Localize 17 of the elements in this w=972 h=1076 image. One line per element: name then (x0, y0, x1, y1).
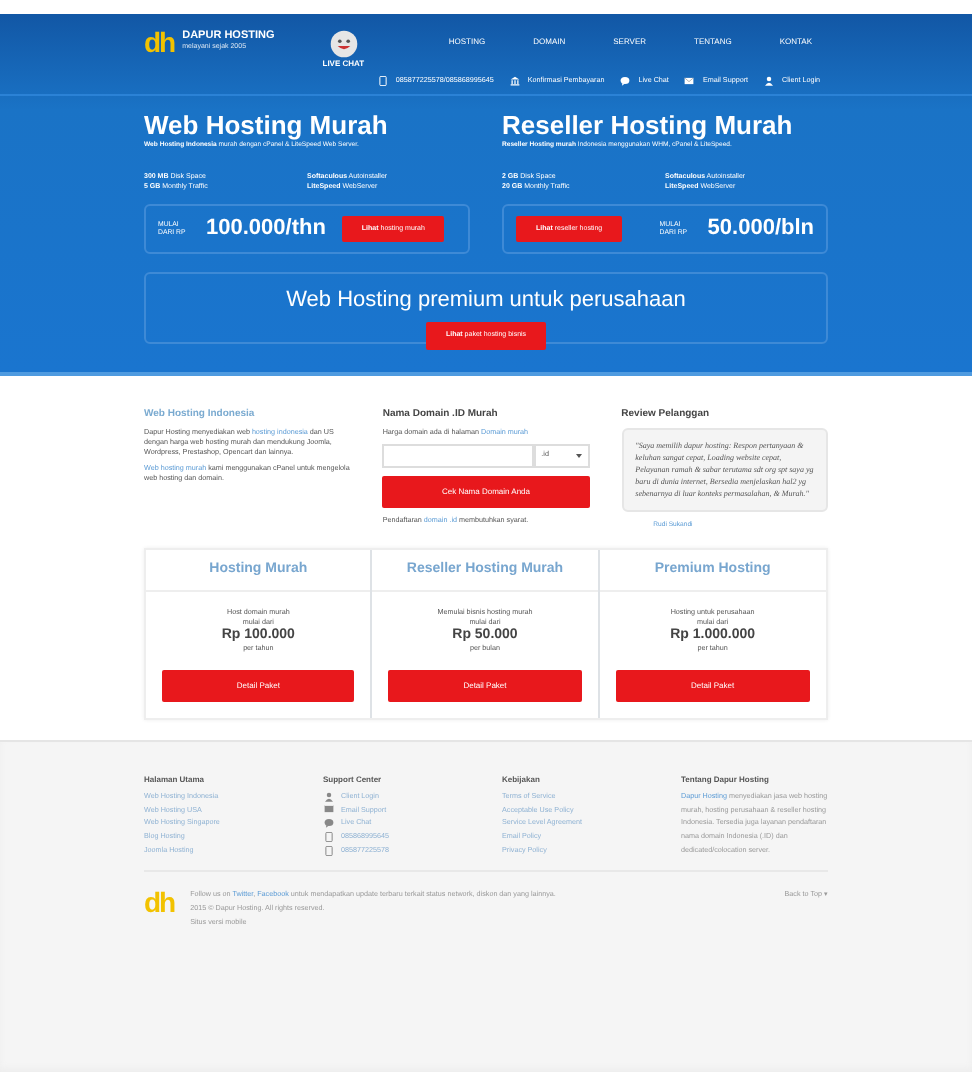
chat-bubble-icon (323, 818, 333, 829)
phone-icon (377, 76, 388, 87)
logo-mark: dh (144, 28, 175, 56)
price: 100.000/thn (206, 218, 326, 241)
price: 50.000/bln (707, 218, 814, 241)
bank-icon (509, 76, 520, 87)
envelope-icon (684, 76, 695, 87)
user-icon (323, 791, 333, 802)
envelope-icon (323, 804, 333, 815)
hero-title: Web Hosting Murah (144, 112, 390, 141)
caret-icon (575, 453, 582, 458)
user-icon (764, 76, 775, 87)
smiley-icon[interactable] (329, 30, 358, 59)
chat-bubble-icon (620, 76, 631, 87)
domain-field[interactable] (382, 443, 534, 468)
premium-title: Web Hosting premium untuk perusahaan (284, 288, 688, 315)
hero-title: Reseller Hosting Murah (502, 112, 795, 141)
